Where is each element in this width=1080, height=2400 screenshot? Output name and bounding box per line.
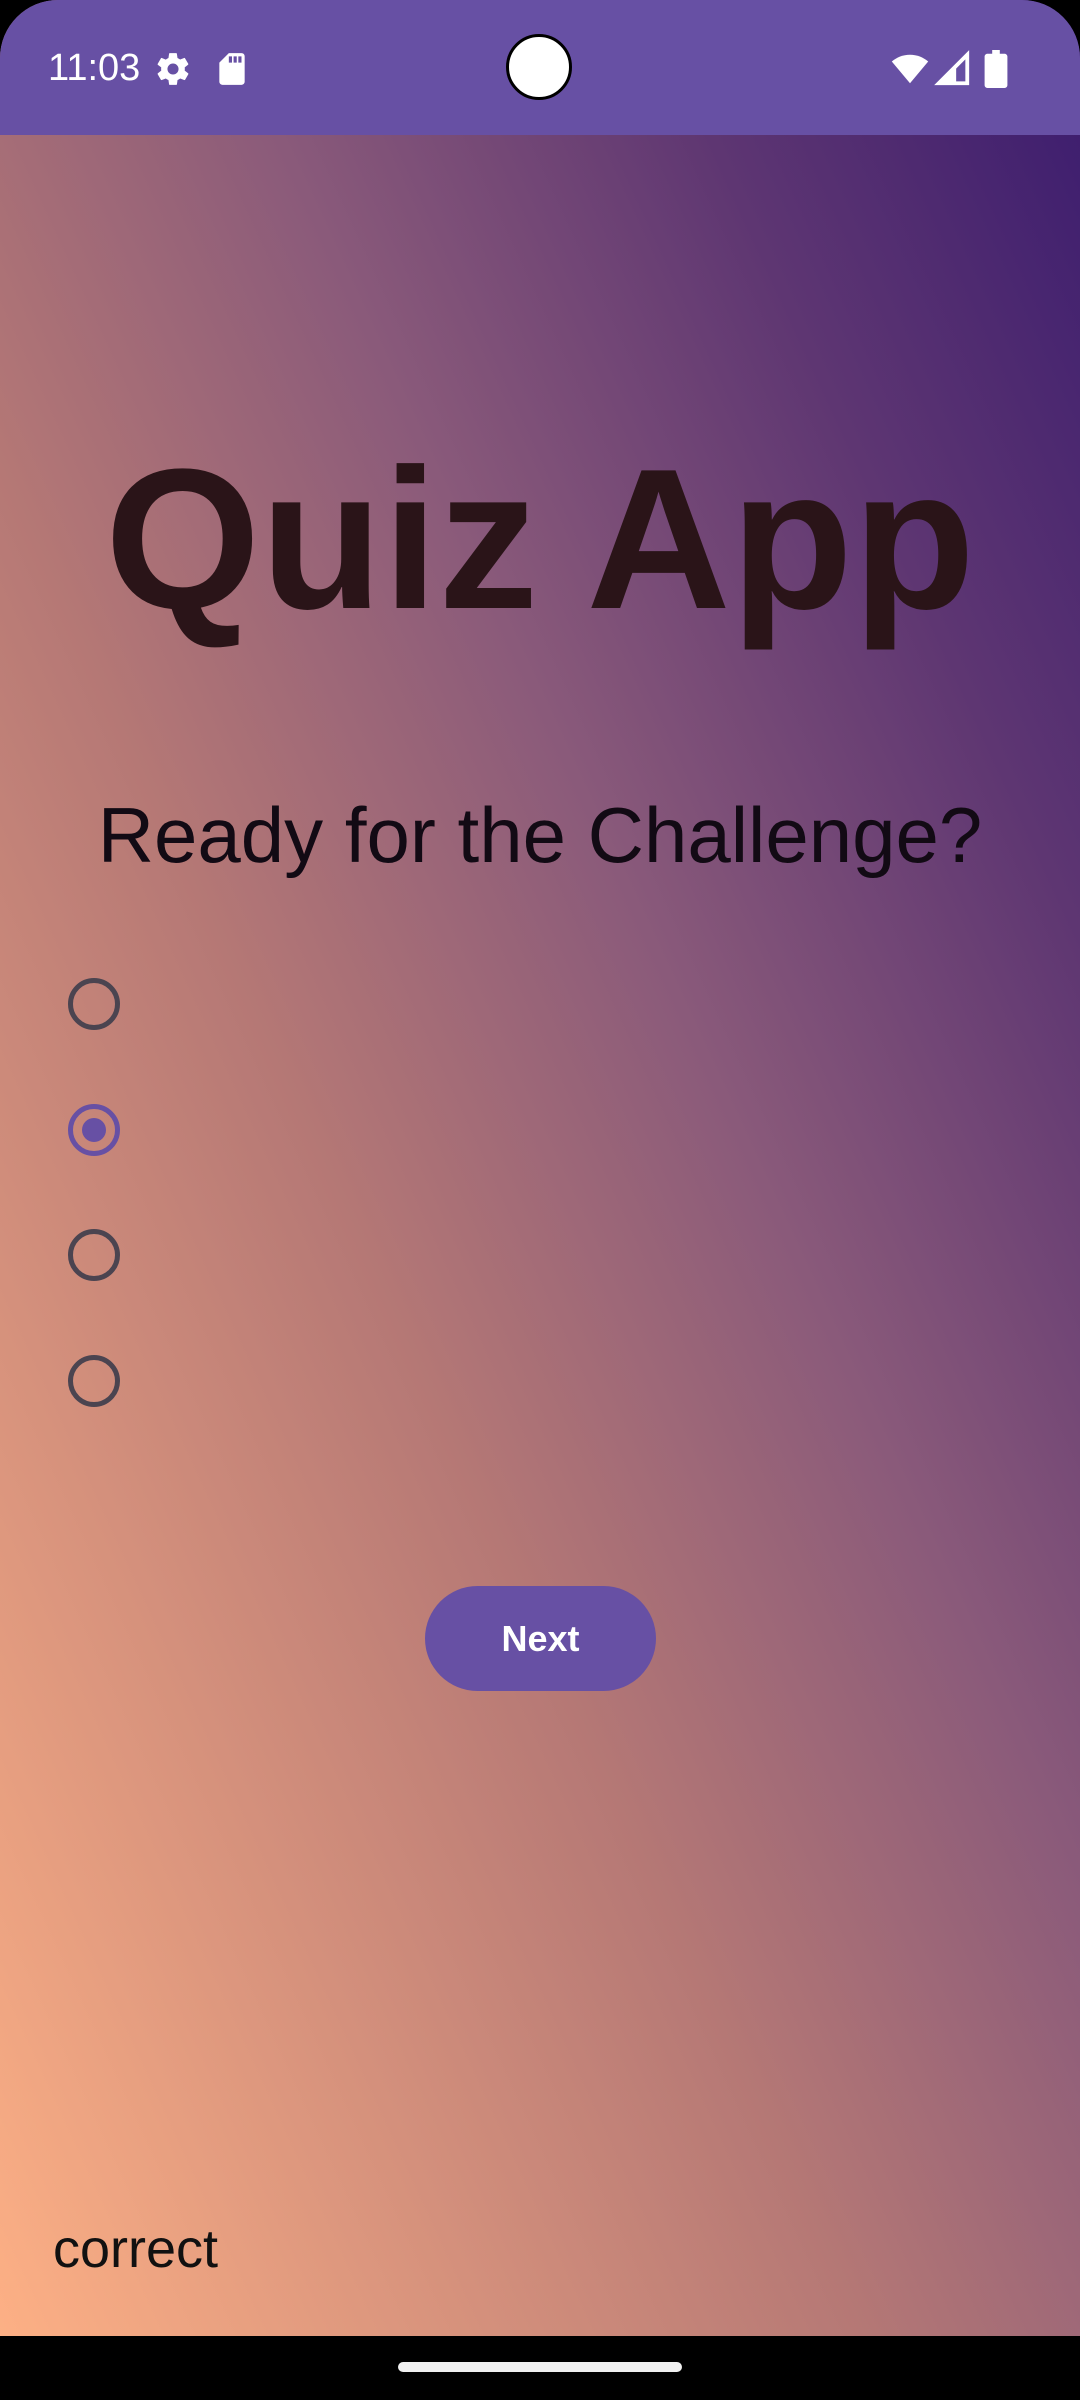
question-text: Ready for the Challenge? bbox=[97, 791, 983, 879]
app-title: Quiz App bbox=[104, 428, 976, 651]
option-radio-4[interactable] bbox=[46, 1333, 142, 1429]
result-text: correct bbox=[53, 2219, 219, 2279]
app-screen: 11:03 Quiz App Ready for the Challenge? … bbox=[0, 0, 1080, 2336]
radio-unchecked-icon bbox=[68, 1229, 120, 1281]
option-radio-1[interactable] bbox=[46, 956, 142, 1052]
gesture-nav-handle[interactable] bbox=[398, 2362, 682, 2372]
status-bar: 11:03 bbox=[0, 0, 1080, 135]
camera-cutout bbox=[506, 34, 572, 100]
signal-icon bbox=[934, 50, 972, 88]
option-radio-3[interactable] bbox=[46, 1207, 142, 1303]
radio-checked-icon bbox=[68, 1104, 120, 1156]
battery-icon bbox=[984, 50, 1008, 88]
radio-unchecked-icon bbox=[68, 1355, 120, 1407]
wifi-icon bbox=[890, 50, 930, 88]
status-time: 11:03 bbox=[48, 47, 141, 89]
option-radio-2[interactable] bbox=[46, 1082, 142, 1178]
radio-unchecked-icon bbox=[68, 978, 120, 1030]
next-button[interactable]: Next bbox=[425, 1586, 656, 1691]
gear-icon bbox=[154, 50, 192, 88]
sd-card-icon bbox=[213, 50, 251, 88]
